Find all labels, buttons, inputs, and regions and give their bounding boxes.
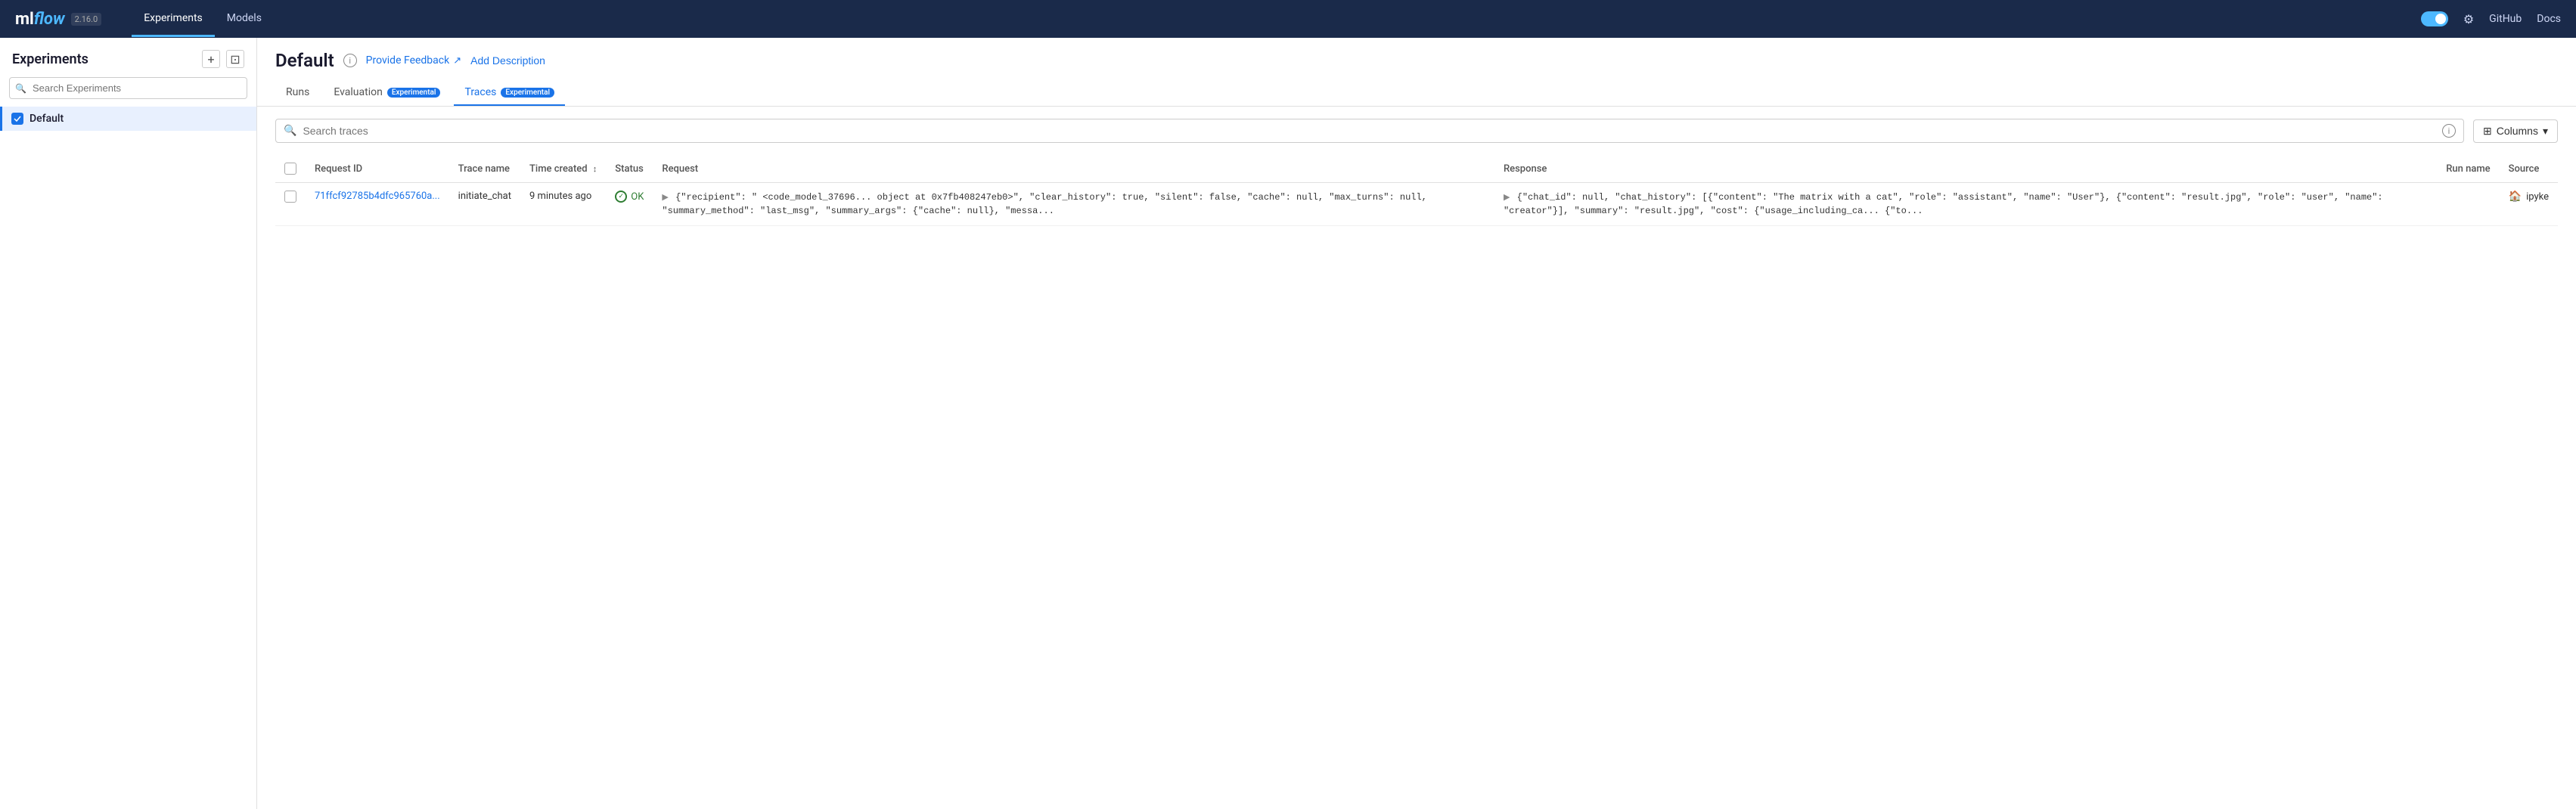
tab-evaluation-label: Evaluation	[334, 86, 383, 98]
provide-feedback-button[interactable]: Provide Feedback ↗	[366, 54, 461, 67]
traces-toolbar: 🔍 i ⊞ Columns ▾	[275, 119, 2558, 143]
content-title-row: Default i Provide Feedback ↗ Add Descrip…	[275, 50, 2558, 71]
table-row: 71ffcf92785b4dfc965760a... initiate_chat…	[275, 183, 2558, 226]
source-content: 🏠 ipyke	[2509, 191, 2549, 203]
select-all-header	[275, 155, 306, 183]
evaluation-experimental-badge: Experimental	[387, 88, 441, 98]
logo: mlflow 2.16.0	[15, 10, 101, 29]
nav-experiments[interactable]: Experiments	[132, 2, 215, 37]
tab-runs[interactable]: Runs	[275, 80, 320, 106]
logo-flow: flow	[34, 10, 65, 29]
row-run-name	[2437, 183, 2499, 226]
request-content: {"recipient": " <code_model_37696... obj…	[662, 192, 1426, 216]
tab-runs-label: Runs	[286, 86, 309, 98]
status-label: OK	[631, 191, 644, 203]
docs-link[interactable]: Docs	[2537, 13, 2561, 25]
status-ok-icon: ✓	[615, 191, 627, 203]
sidebar-header: Experiments + ⊡	[0, 50, 256, 77]
columns-button[interactable]: ⊞ Columns ▾	[2473, 119, 2558, 143]
request-id-link[interactable]: 71ffcf92785b4dfc965760a...	[315, 191, 440, 202]
sidebar: Experiments + ⊡ 🔍 Default ✏ 🗑	[0, 38, 257, 809]
edit-experiment-button[interactable]: ✏	[222, 113, 231, 125]
header-source: Source	[2500, 155, 2558, 183]
experiment-checkbox[interactable]	[11, 113, 23, 125]
add-experiment-button[interactable]: +	[202, 50, 220, 68]
nav-right: ⚙ GitHub Docs	[2421, 11, 2561, 26]
traces-table-body: 71ffcf92785b4dfc965760a... initiate_chat…	[275, 183, 2558, 226]
row-response: ▶ {"chat_id": null, "chat_history": [{"c…	[1494, 183, 2437, 226]
row-source: 🏠 ipyke	[2500, 183, 2558, 226]
github-link[interactable]: GitHub	[2489, 13, 2522, 25]
traces-search-input[interactable]	[303, 125, 2436, 137]
theme-toggle[interactable]	[2421, 11, 2448, 26]
row-request: ▶ {"recipient": " <code_model_37696... o…	[653, 183, 1494, 226]
traces-table-head: Request ID Trace name Time created ↕ Sta…	[275, 155, 2558, 183]
header-time-created[interactable]: Time created ↕	[520, 155, 606, 183]
add-description-button[interactable]: Add Description	[470, 54, 545, 67]
collapse-icon: ⊡	[230, 52, 240, 67]
ipython-icon: 🏠	[2509, 191, 2522, 203]
logo-text: mlflow	[15, 10, 65, 29]
row-request-id: 71ffcf92785b4dfc965760a...	[306, 183, 449, 226]
tabs-row: Runs Evaluation Experimental Traces Expe…	[275, 80, 2558, 106]
header-run-name: Run name	[2437, 155, 2499, 183]
version-badge: 2.16.0	[71, 13, 102, 26]
search-experiments-icon: 🔍	[15, 83, 26, 94]
traces-search-info-icon[interactable]: i	[2442, 124, 2456, 138]
traces-table: Request ID Trace name Time created ↕ Sta…	[275, 155, 2558, 226]
feedback-label: Provide Feedback	[366, 54, 450, 67]
row-checkbox[interactable]	[284, 191, 296, 203]
sidebar-title: Experiments	[12, 51, 88, 67]
logo-ml: ml	[15, 10, 34, 29]
main-layout: Experiments + ⊡ 🔍 Default ✏ 🗑	[0, 38, 2576, 809]
collapse-sidebar-button[interactable]: ⊡	[226, 50, 244, 68]
traces-experimental-badge: Experimental	[501, 88, 554, 98]
nav-models[interactable]: Models	[215, 2, 274, 37]
row-status: ✓ OK	[606, 183, 653, 226]
tab-traces-label: Traces	[464, 86, 496, 98]
sidebar-actions: + ⊡	[202, 50, 244, 68]
header-request: Request	[653, 155, 1494, 183]
experiment-name: Default	[29, 113, 222, 125]
content-area: Default i Provide Feedback ↗ Add Descrip…	[257, 38, 2576, 809]
top-navigation: mlflow 2.16.0 Experiments Models ⚙ GitHu…	[0, 0, 2576, 38]
status-ok-badge: ✓ OK	[615, 191, 644, 203]
gear-icon[interactable]: ⚙	[2463, 12, 2474, 26]
header-response: Response	[1494, 155, 2437, 183]
select-all-checkbox[interactable]	[284, 163, 296, 175]
traces-area: 🔍 i ⊞ Columns ▾ Re	[257, 107, 2576, 809]
plus-icon: +	[207, 52, 214, 67]
page-title: Default	[275, 50, 334, 71]
header-request-id: Request ID	[306, 155, 449, 183]
header-status: Status	[606, 155, 653, 183]
experiment-default-item[interactable]: Default ✏ 🗑	[0, 107, 256, 131]
traces-header-row: Request ID Trace name Time created ↕ Sta…	[275, 155, 2558, 183]
source-label: ipyke	[2526, 191, 2549, 203]
traces-search-box: 🔍 i	[275, 119, 2464, 143]
tab-evaluation[interactable]: Evaluation Experimental	[323, 80, 451, 106]
row-time-created: 9 minutes ago	[520, 183, 606, 226]
delete-experiment-button[interactable]: 🗑	[234, 113, 247, 125]
content-header: Default i Provide Feedback ↗ Add Descrip…	[257, 38, 2576, 107]
columns-grid-icon: ⊞	[2483, 125, 2492, 138]
tab-traces[interactable]: Traces Experimental	[454, 80, 565, 106]
nav-links: Experiments Models	[132, 2, 274, 37]
columns-chevron-icon: ▾	[2543, 125, 2548, 138]
time-sort-icon: ↕	[593, 164, 597, 174]
row-checkbox-cell	[275, 183, 306, 226]
search-experiments-box: 🔍	[9, 77, 247, 99]
response-expand-arrow[interactable]: ▶	[1504, 192, 1510, 202]
traces-search-icon: 🔍	[284, 125, 296, 137]
request-expand-arrow[interactable]: ▶	[662, 192, 668, 202]
columns-label: Columns	[2497, 125, 2538, 137]
row-trace-name: initiate_chat	[449, 183, 520, 226]
response-content: {"chat_id": null, "chat_history": [{"con…	[1504, 192, 2383, 216]
title-info-icon[interactable]: i	[343, 54, 357, 67]
external-link-icon: ↗	[453, 55, 461, 67]
search-experiments-input[interactable]	[9, 77, 247, 99]
header-trace-name: Trace name	[449, 155, 520, 183]
